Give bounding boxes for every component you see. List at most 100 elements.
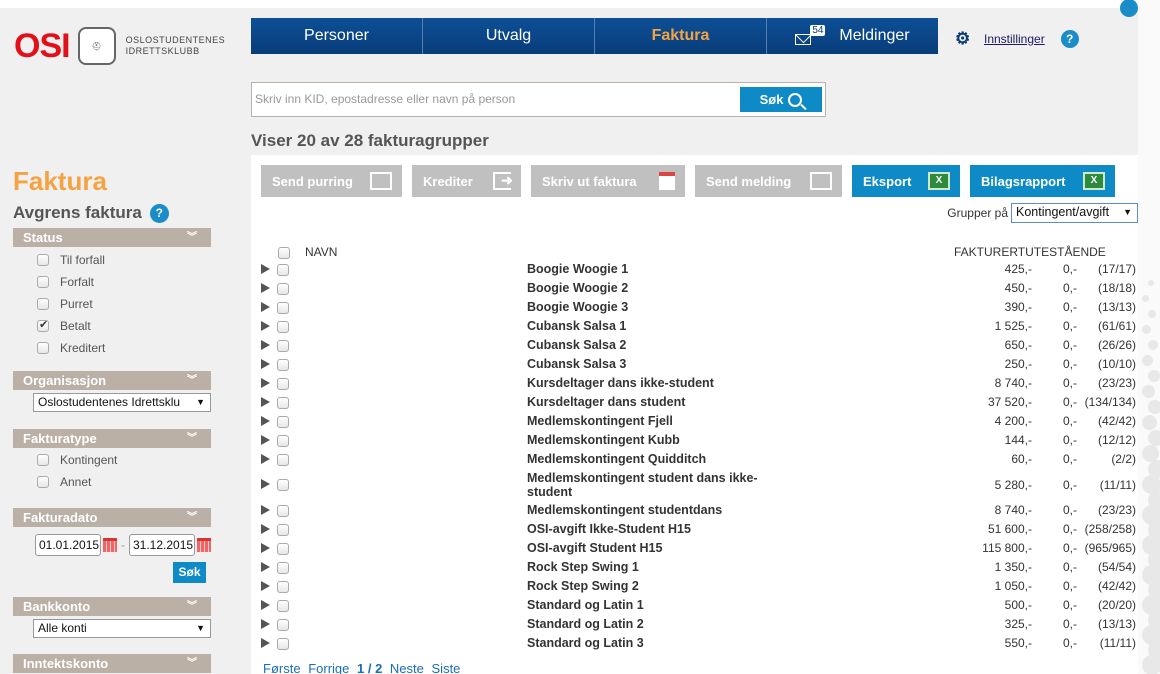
status-option-til-forfall[interactable]: Til forfall xyxy=(13,249,211,271)
help-icon[interactable] xyxy=(1120,0,1138,17)
logo[interactable]: OSI ⛑ OSLOSTUDENTENES IDRETTSKLUBB xyxy=(14,27,225,65)
table-row[interactable]: Medlemskontingent Fjell 4 200,- 0,- (42/42) xyxy=(251,412,1138,431)
expand-arrow-icon[interactable] xyxy=(261,302,270,312)
row-checkbox[interactable] xyxy=(277,264,289,276)
help-icon[interactable]: ? xyxy=(149,203,169,223)
table-row[interactable]: Kursdeltager dans ikke-student 8 740,- 0,-… xyxy=(251,374,1138,393)
row-checkbox[interactable] xyxy=(277,340,289,352)
checkbox[interactable] xyxy=(37,342,49,354)
table-row[interactable]: Cubansk Salsa 1 1 525,- 0,- (61/61) xyxy=(251,317,1138,336)
date-to-input[interactable]: 31.12.2015 xyxy=(129,534,195,556)
row-checkbox[interactable] xyxy=(277,505,289,517)
expand-arrow-icon[interactable] xyxy=(261,416,270,426)
select-all-checkbox[interactable] xyxy=(278,247,290,259)
checkbox[interactable] xyxy=(37,254,49,266)
expand-arrow-icon[interactable] xyxy=(261,524,270,534)
table-row[interactable]: Medlemskontingent Kubb 144,- 0,- (12/12) xyxy=(251,431,1138,450)
row-checkbox[interactable] xyxy=(277,638,289,650)
checkbox[interactable] xyxy=(37,454,49,466)
table-row[interactable]: Medlemskontingent student dans ikke-stud… xyxy=(251,469,1138,501)
credit-button[interactable]: Krediter xyxy=(412,165,521,197)
facet-header-inntektskonto[interactable]: Inntektskonto ︾ xyxy=(13,654,211,673)
date-search-button[interactable]: Søk xyxy=(173,562,206,583)
pager-prev[interactable]: Forrige xyxy=(308,661,349,674)
expand-arrow-icon[interactable] xyxy=(261,378,270,388)
settings-link[interactable]: Innstillinger xyxy=(984,32,1045,46)
nav-meldinger[interactable]: 54 Meldinger xyxy=(767,18,938,54)
expand-arrow-icon[interactable] xyxy=(261,359,270,369)
calendar-icon[interactable] xyxy=(102,538,117,552)
bankkonto-select[interactable]: Alle konti ▼ xyxy=(33,619,211,638)
facet-header-status[interactable]: Status ︾ xyxy=(13,228,211,247)
facet-header-fakturatype[interactable]: Fakturatype ︾ xyxy=(13,429,211,448)
row-checkbox[interactable] xyxy=(277,378,289,390)
row-checkbox[interactable] xyxy=(277,397,289,409)
table-row[interactable]: Rock Step Swing 1 1 350,- 0,- (54/54) xyxy=(251,558,1138,577)
fakturatype-option-annet[interactable]: Annet xyxy=(13,471,211,493)
status-option-forfalt[interactable]: Forfalt xyxy=(13,271,211,293)
pager-next[interactable]: Neste xyxy=(390,661,424,674)
search-input[interactable] xyxy=(255,89,735,109)
expand-arrow-icon[interactable] xyxy=(261,581,270,591)
table-row[interactable]: Cubansk Salsa 2 650,- 0,- (26/26) xyxy=(251,336,1138,355)
nav-utvalg[interactable]: Utvalg xyxy=(423,18,595,54)
checkbox[interactable] xyxy=(37,298,49,310)
table-row[interactable]: Standard og Latin 3 550,- 0,- (11/11) xyxy=(251,634,1138,653)
send-message-button[interactable]: Send melding xyxy=(695,165,842,197)
table-row[interactable]: Standard og Latin 1 500,- 0,- (20/20) xyxy=(251,596,1138,615)
row-checkbox[interactable] xyxy=(277,454,289,466)
send-reminder-button[interactable]: Send purring xyxy=(261,165,402,197)
row-checkbox[interactable] xyxy=(277,524,289,536)
calendar-icon[interactable] xyxy=(196,538,211,552)
table-row[interactable]: OSI-avgift Ikke-Student H15 51 600,- 0,- (2… xyxy=(251,520,1138,539)
expand-arrow-icon[interactable] xyxy=(261,264,270,274)
expand-arrow-icon[interactable] xyxy=(261,283,270,293)
expand-arrow-icon[interactable] xyxy=(261,340,270,350)
facet-header-organisasjon[interactable]: Organisasjon ︾ xyxy=(13,371,211,390)
row-checkbox[interactable] xyxy=(277,435,289,447)
voucher-report-button[interactable]: Bilagsrapport X xyxy=(970,165,1115,197)
table-row[interactable]: Medlemskontingent studentdans 8 740,- 0,- (… xyxy=(251,501,1138,520)
row-checkbox[interactable] xyxy=(277,283,289,295)
expand-arrow-icon[interactable] xyxy=(261,638,270,648)
expand-arrow-icon[interactable] xyxy=(261,600,270,610)
status-option-betalt[interactable]: Betalt xyxy=(13,315,211,337)
organisasjon-select[interactable]: Oslostudentenes Idrettsklu ▼ xyxy=(33,393,211,412)
group-by-select[interactable]: Kontingent/avgift ▼ xyxy=(1011,203,1138,223)
status-option-purret[interactable]: Purret xyxy=(13,293,211,315)
print-invoice-button[interactable]: Skriv ut faktura xyxy=(531,165,685,197)
expand-arrow-icon[interactable] xyxy=(261,505,270,515)
expand-arrow-icon[interactable] xyxy=(261,543,270,553)
expand-arrow-icon[interactable] xyxy=(261,619,270,629)
expand-arrow-icon[interactable] xyxy=(261,454,270,464)
table-row[interactable]: Kursdeltager dans student 37 520,- 0,- (134… xyxy=(251,393,1138,412)
facet-header-bankkonto[interactable]: Bankkonto ︾ xyxy=(13,597,211,616)
row-checkbox[interactable] xyxy=(277,562,289,574)
search-button[interactable]: Søk xyxy=(740,87,822,112)
row-checkbox[interactable] xyxy=(277,302,289,314)
row-checkbox[interactable] xyxy=(277,543,289,555)
expand-arrow-icon[interactable] xyxy=(261,562,270,572)
fakturatype-option-kontingent[interactable]: Kontingent xyxy=(13,449,211,471)
row-checkbox[interactable] xyxy=(277,359,289,371)
expand-arrow-icon[interactable] xyxy=(261,321,270,331)
table-row[interactable]: Boogie Woogie 1 425,- 0,- (17/17) xyxy=(251,260,1138,279)
help-icon[interactable]: ? xyxy=(1060,30,1079,48)
pager-first[interactable]: Første xyxy=(263,661,301,674)
nav-faktura[interactable]: Faktura xyxy=(595,18,767,54)
export-button[interactable]: Eksport X xyxy=(852,165,960,197)
table-row[interactable]: Standard og Latin 2 325,- 0,- (13/13) xyxy=(251,615,1138,634)
expand-arrow-icon[interactable] xyxy=(261,479,270,489)
checkbox[interactable] xyxy=(37,476,49,488)
row-checkbox[interactable] xyxy=(277,416,289,428)
table-row[interactable]: Boogie Woogie 3 390,- 0,- (13/13) xyxy=(251,298,1138,317)
pager-last[interactable]: Siste xyxy=(432,661,461,674)
nav-personer[interactable]: Personer xyxy=(251,18,423,54)
facet-header-fakturadato[interactable]: Fakturadato ︾ xyxy=(13,508,211,527)
status-option-kreditert[interactable]: Kreditert xyxy=(13,337,211,359)
row-checkbox[interactable] xyxy=(277,479,289,491)
date-from-input[interactable]: 01.01.2015 xyxy=(35,534,101,556)
expand-arrow-icon[interactable] xyxy=(261,397,270,407)
row-checkbox[interactable] xyxy=(277,619,289,631)
checkbox-checked[interactable] xyxy=(37,318,49,332)
